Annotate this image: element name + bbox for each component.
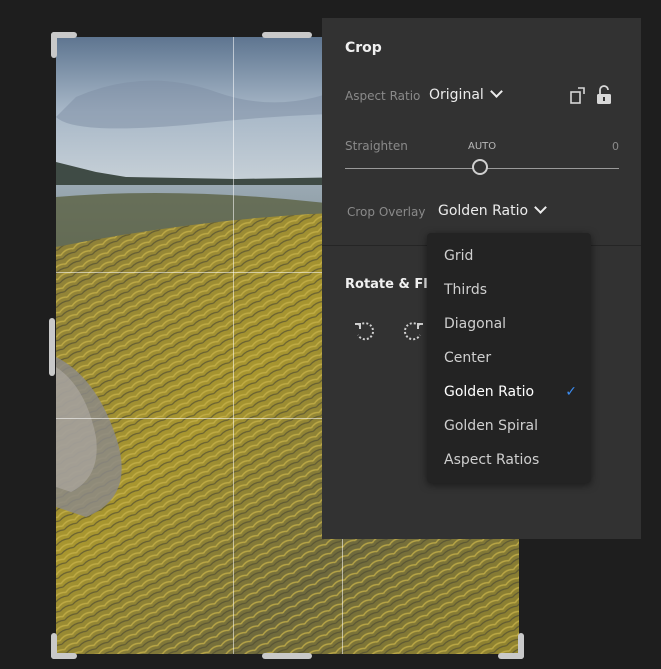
overlay-line-vertical-1 (233, 37, 234, 654)
crop-handle-bottom-center[interactable] (262, 653, 312, 659)
crop-handle-bottom-left-h[interactable] (51, 653, 77, 659)
rotate-flip-title: Rotate & Fli (345, 277, 433, 292)
checkmark-icon: ✓ (565, 384, 577, 400)
dropdown-item-golden-spiral[interactable]: Golden Spiral (427, 409, 591, 443)
straighten-label: Straighten (345, 139, 408, 153)
dropdown-item-center[interactable]: Center (427, 341, 591, 375)
straighten-value: 0 (612, 140, 619, 153)
crop-handle-left-center[interactable] (49, 318, 55, 376)
dropdown-item-label: Golden Ratio (444, 384, 535, 400)
chevron-down-icon (534, 201, 547, 214)
aspect-ratio-label: Aspect Ratio (345, 89, 421, 103)
straighten-slider-thumb[interactable] (472, 159, 488, 175)
dropdown-item-aspect-ratios[interactable]: Aspect Ratios (427, 443, 591, 477)
chevron-down-icon (489, 85, 503, 98)
crop-handle-top-center[interactable] (262, 32, 312, 38)
crop-handle-bottom-right-h[interactable] (498, 653, 524, 659)
dropdown-item-diagonal[interactable]: Diagonal (427, 307, 591, 341)
crop-overlay-value: Golden Ratio (438, 203, 529, 219)
dropdown-item-thirds[interactable]: Thirds (427, 273, 591, 307)
straighten-auto-button[interactable]: AUTO (468, 141, 496, 152)
rotate-right-icon[interactable] (400, 318, 426, 344)
rotate-left-icon[interactable] (352, 318, 378, 344)
aspect-ratio-value: Original (429, 87, 484, 103)
unlock-icon[interactable] (594, 84, 614, 106)
crop-overlay-select[interactable]: Golden Ratio (438, 201, 547, 219)
crop-overlay-label: Crop Overlay (347, 205, 426, 219)
crop-handle-top-left-h[interactable] (51, 32, 77, 38)
aspect-ratio-select[interactable]: Original (429, 85, 503, 103)
crop-overlay-dropdown: Grid Thirds Diagonal Center Golden Ratio… (427, 233, 591, 483)
dropdown-item-golden-ratio[interactable]: Golden Ratio ✓ (427, 375, 591, 409)
panel-title: Crop (345, 40, 382, 56)
rotate-aspect-icon[interactable] (568, 85, 588, 105)
dropdown-item-grid[interactable]: Grid (427, 239, 591, 273)
editor-canvas: Crop Aspect Ratio Original Straighten AU… (0, 0, 661, 669)
